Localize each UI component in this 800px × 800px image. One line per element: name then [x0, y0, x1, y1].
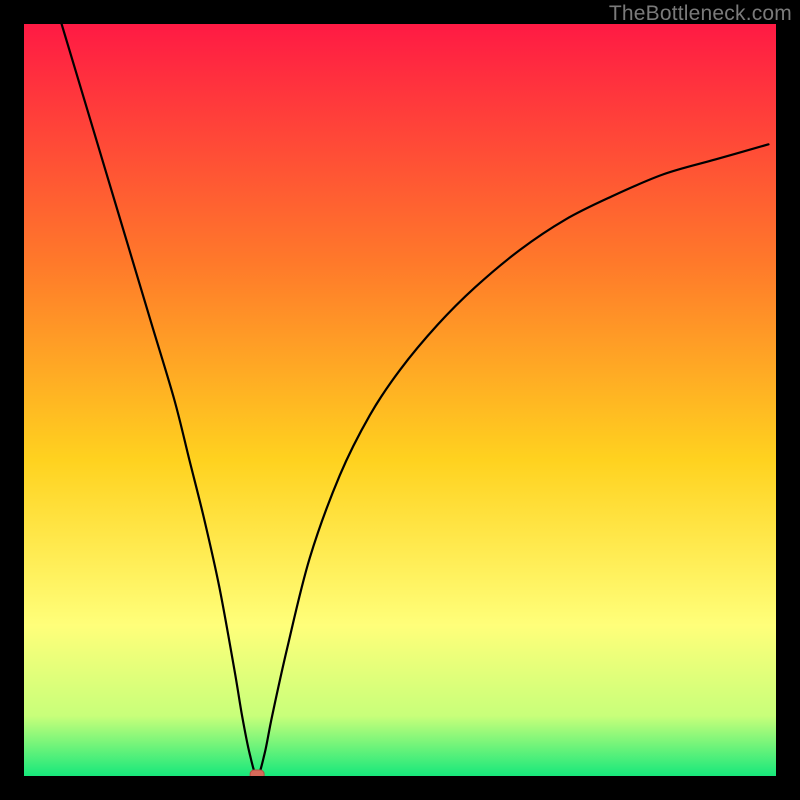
watermark-text: TheBottleneck.com [609, 2, 792, 26]
bottleneck-chart [24, 24, 776, 776]
gradient-background [24, 24, 776, 776]
chart-frame [24, 24, 776, 776]
minimum-marker [250, 770, 264, 776]
